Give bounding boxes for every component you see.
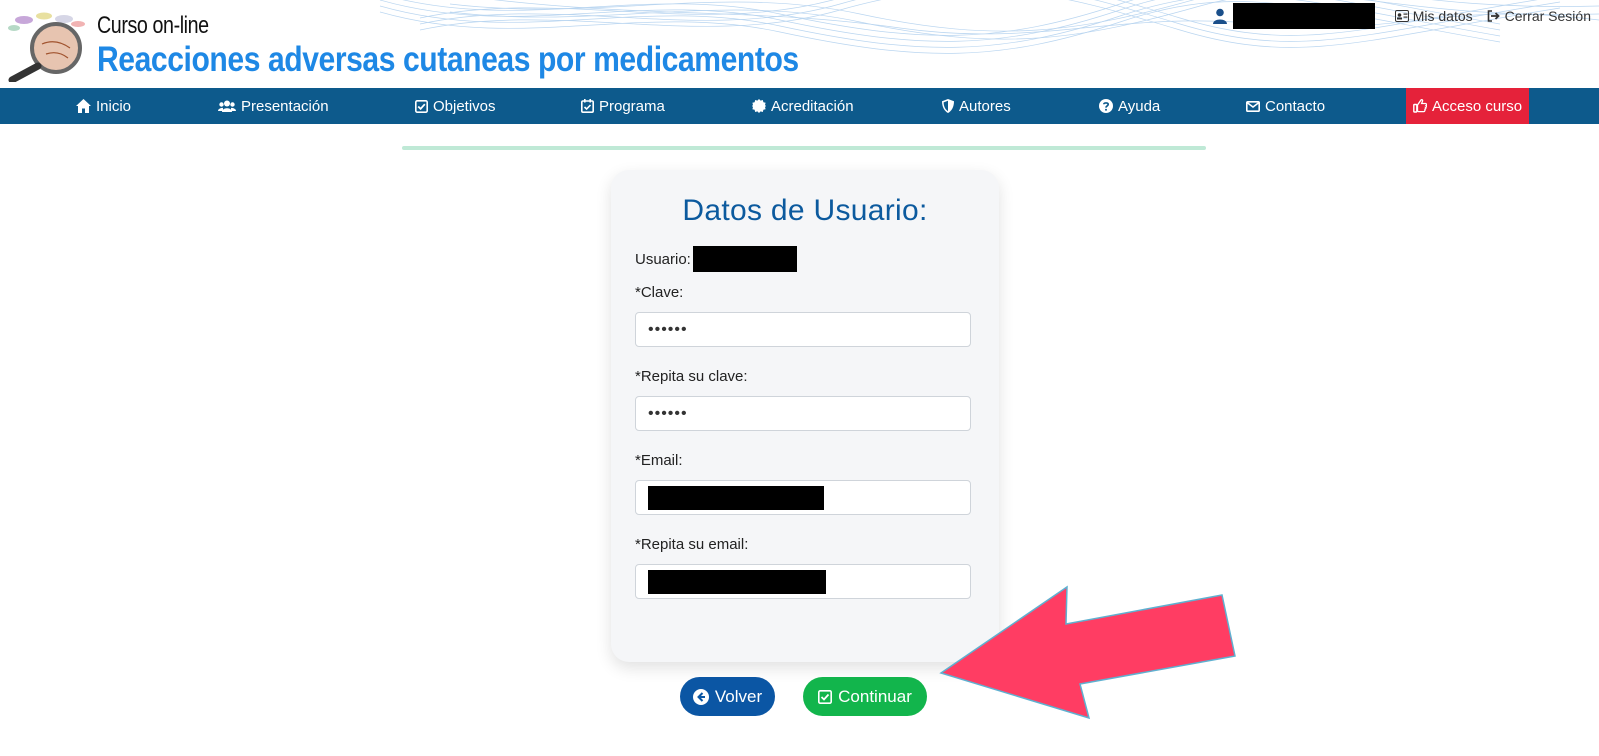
shield-icon [942, 99, 954, 113]
user-bar: Mis datos Cerrar Sesión [1212, 3, 1591, 29]
main-nav: Inicio Presentación Objetivos Programa A… [0, 88, 1599, 124]
nav-label: Contacto [1265, 97, 1326, 115]
hand-pointer-icon [1413, 99, 1427, 113]
email-repeat-label: *Repita su email: [635, 536, 749, 553]
nav-item-autores[interactable]: Autores [942, 88, 1011, 124]
nav-label: Programa [599, 97, 665, 115]
cerrar-sesion-label: Cerrar Sesión [1504, 8, 1591, 24]
nav-item-presentacion[interactable]: Presentación [218, 88, 329, 124]
form-title: Datos de Usuario: [682, 194, 928, 227]
email-label: *Email: [635, 452, 683, 469]
nav-label: Presentación [241, 97, 329, 115]
users-icon [218, 100, 236, 112]
user-icon [1212, 8, 1227, 24]
mis-datos-label: Mis datos [1412, 8, 1473, 24]
password-repeat-field[interactable]: •••••• [635, 396, 971, 431]
redacted-email-repeat-value [648, 569, 826, 594]
check-square-icon [818, 689, 833, 704]
site-header: Curso on-line Reacciones adversas cutane… [0, 0, 1599, 88]
email-field[interactable] [635, 480, 971, 515]
cerrar-sesion-link[interactable]: Cerrar Sesión [1487, 8, 1591, 24]
nav-item-ayuda[interactable]: Ayuda [1099, 88, 1160, 124]
mis-datos-link[interactable]: Mis datos [1394, 8, 1473, 24]
question-circle-icon [1099, 99, 1113, 113]
user-label: Usuario: [635, 250, 691, 268]
nav-item-objetivos[interactable]: Objetivos [415, 88, 496, 124]
pointer-arrow-annotation [939, 585, 1236, 720]
nav-item-inicio[interactable]: Inicio [76, 88, 131, 124]
certificate-icon [752, 99, 766, 113]
password-repeat-value: •••••• [648, 404, 688, 422]
user-row: Usuario: [635, 246, 797, 272]
redacted-email-value [648, 485, 824, 510]
continue-button-label: Continuar [838, 686, 912, 706]
password-field[interactable]: •••••• [635, 312, 971, 347]
nav-item-acreditacion[interactable]: Acreditación [752, 88, 854, 124]
envelope-icon [1246, 100, 1260, 112]
nav-label: Acreditación [771, 97, 854, 115]
nav-label: Autores [959, 97, 1011, 115]
nav-label: Acceso curso [1432, 97, 1523, 115]
brand-subtitle: Curso on-line [97, 12, 209, 39]
email-repeat-field[interactable] [635, 564, 971, 599]
nav-item-programa[interactable]: Programa [581, 88, 665, 124]
check-square-icon [415, 99, 428, 113]
nav-item-acceso-curso[interactable]: Acceso curso [1406, 88, 1530, 124]
password-label: *Clave: [635, 284, 684, 301]
home-icon [76, 99, 91, 113]
continue-button[interactable]: Continuar [803, 677, 927, 716]
redacted-username [1232, 3, 1375, 29]
redacted-user-value [692, 246, 797, 272]
nav-label: Ayuda [1118, 97, 1161, 115]
sign-out-icon [1487, 10, 1500, 22]
calendar-check-icon [581, 99, 594, 113]
password-repeat-label: *Repita su clave: [635, 368, 748, 385]
section-divider [402, 146, 1206, 150]
back-button[interactable]: Volver [680, 677, 775, 716]
logo-magnifier-icon [8, 12, 85, 82]
nav-label: Inicio [96, 97, 132, 115]
back-button-label: Volver [714, 686, 763, 706]
id-card-icon [1394, 10, 1409, 22]
nav-item-contacto[interactable]: Contacto [1246, 88, 1325, 124]
password-value: •••••• [648, 320, 688, 338]
arrow-circle-left-icon [692, 688, 709, 705]
brand-title: Reacciones adversas cutaneas por medicam… [97, 40, 799, 79]
nav-label: Objetivos [433, 97, 496, 115]
